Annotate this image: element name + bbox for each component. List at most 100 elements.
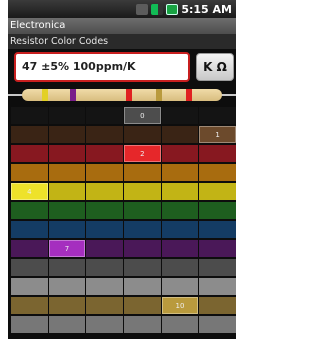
cell-value: 1 bbox=[215, 130, 220, 139]
color-cell[interactable] bbox=[86, 126, 123, 143]
grid-row bbox=[10, 258, 236, 277]
color-cell[interactable] bbox=[123, 126, 161, 143]
resistance-input[interactable]: 47 ±5% 100ppm/K bbox=[14, 52, 190, 82]
color-cell[interactable] bbox=[124, 259, 161, 276]
color-cell[interactable]: 7 bbox=[48, 240, 86, 257]
color-cell[interactable] bbox=[199, 164, 236, 181]
color-cell[interactable] bbox=[11, 202, 48, 219]
color-cell[interactable] bbox=[86, 221, 124, 238]
color-cell[interactable] bbox=[86, 316, 124, 333]
color-cell[interactable]: 2 bbox=[123, 145, 161, 162]
color-cell[interactable]: 1 bbox=[199, 126, 236, 143]
resistor-band[interactable] bbox=[42, 89, 48, 101]
color-cell[interactable] bbox=[48, 107, 86, 124]
app-title: Electronica bbox=[8, 18, 236, 34]
color-cell[interactable] bbox=[48, 259, 86, 276]
color-cell[interactable]: 0 bbox=[123, 107, 161, 124]
resistor-graphic bbox=[8, 87, 236, 103]
color-cell[interactable] bbox=[199, 145, 236, 162]
resistor-band[interactable] bbox=[156, 89, 162, 101]
color-cell[interactable] bbox=[199, 240, 236, 257]
color-cell[interactable] bbox=[11, 164, 48, 181]
color-cell[interactable] bbox=[11, 297, 48, 314]
resistor-band[interactable] bbox=[186, 89, 192, 101]
color-cell[interactable] bbox=[48, 297, 86, 314]
grid-row bbox=[10, 201, 236, 220]
color-cell[interactable] bbox=[86, 145, 123, 162]
color-cell[interactable] bbox=[86, 183, 123, 200]
color-cell[interactable] bbox=[199, 278, 236, 295]
resistor-band[interactable] bbox=[70, 89, 76, 101]
color-cell[interactable] bbox=[161, 164, 199, 181]
grid-row bbox=[10, 315, 236, 334]
color-cell[interactable] bbox=[199, 316, 236, 333]
color-cell[interactable] bbox=[48, 202, 86, 219]
resistor-band[interactable] bbox=[126, 89, 132, 101]
color-cell[interactable] bbox=[161, 183, 199, 200]
grid-row: 4 bbox=[10, 182, 236, 201]
grid-row: 7 bbox=[10, 239, 236, 258]
color-cell[interactable] bbox=[161, 126, 199, 143]
color-cell[interactable]: 4 bbox=[11, 183, 48, 200]
color-cell[interactable] bbox=[48, 316, 86, 333]
unit-button[interactable]: K Ω bbox=[196, 53, 234, 81]
color-cell[interactable] bbox=[161, 145, 199, 162]
color-cell[interactable] bbox=[124, 316, 161, 333]
color-cell[interactable] bbox=[124, 202, 161, 219]
color-cell[interactable] bbox=[161, 221, 199, 238]
color-cell[interactable] bbox=[199, 259, 236, 276]
color-cell[interactable] bbox=[11, 316, 48, 333]
color-cell[interactable] bbox=[199, 107, 236, 124]
cell-value: 7 bbox=[64, 244, 70, 253]
color-cell[interactable] bbox=[124, 240, 161, 257]
color-cell[interactable] bbox=[124, 164, 161, 181]
color-cell[interactable] bbox=[124, 278, 161, 295]
color-cell[interactable] bbox=[123, 297, 161, 314]
color-cell[interactable] bbox=[199, 221, 236, 238]
color-cell[interactable] bbox=[86, 164, 124, 181]
color-cell[interactable] bbox=[11, 240, 48, 257]
grid-row: 10 bbox=[10, 296, 236, 315]
color-cell[interactable] bbox=[199, 183, 236, 200]
phone-screen: 5:15 AM Electronica Resistor Color Codes… bbox=[8, 0, 236, 339]
color-cell[interactable]: 10 bbox=[161, 297, 199, 314]
resistor-body bbox=[22, 89, 222, 101]
color-cell[interactable] bbox=[48, 126, 86, 143]
battery-icon bbox=[166, 3, 179, 15]
color-cell[interactable] bbox=[124, 183, 161, 200]
color-cell[interactable] bbox=[11, 278, 48, 295]
status-time: 5:15 AM bbox=[181, 2, 232, 16]
grid-row bbox=[10, 277, 236, 296]
color-cell[interactable] bbox=[86, 202, 124, 219]
grid-row: 1 bbox=[10, 125, 236, 144]
color-cell[interactable] bbox=[48, 145, 86, 162]
grid-row: 2 bbox=[10, 144, 236, 163]
color-cell[interactable] bbox=[48, 164, 86, 181]
color-cell[interactable] bbox=[86, 297, 123, 314]
color-cell[interactable] bbox=[86, 240, 123, 257]
color-cell[interactable] bbox=[161, 240, 199, 257]
sync-icon bbox=[136, 3, 149, 15]
color-cell[interactable] bbox=[161, 107, 199, 124]
color-cell[interactable] bbox=[86, 107, 123, 124]
color-cell[interactable] bbox=[161, 316, 199, 333]
color-cell[interactable] bbox=[86, 259, 124, 276]
cell-value: 10 bbox=[175, 301, 185, 310]
color-cell[interactable] bbox=[11, 126, 48, 143]
color-cell[interactable] bbox=[161, 278, 199, 295]
color-cell[interactable] bbox=[86, 278, 124, 295]
color-cell[interactable] bbox=[11, 259, 48, 276]
color-cell[interactable] bbox=[11, 107, 48, 124]
color-cell[interactable] bbox=[48, 278, 86, 295]
color-cell[interactable] bbox=[199, 297, 236, 314]
color-cell[interactable] bbox=[48, 221, 86, 238]
color-cell[interactable] bbox=[124, 221, 161, 238]
color-cell[interactable] bbox=[199, 202, 236, 219]
color-code-grid: 0 1 2 4 7 10 bbox=[10, 106, 236, 334]
color-cell[interactable] bbox=[11, 221, 48, 238]
color-cell[interactable] bbox=[48, 183, 86, 200]
color-cell[interactable] bbox=[11, 145, 48, 162]
color-cell[interactable] bbox=[161, 202, 199, 219]
app-subtitle: Resistor Color Codes bbox=[8, 34, 236, 49]
color-cell[interactable] bbox=[161, 259, 199, 276]
